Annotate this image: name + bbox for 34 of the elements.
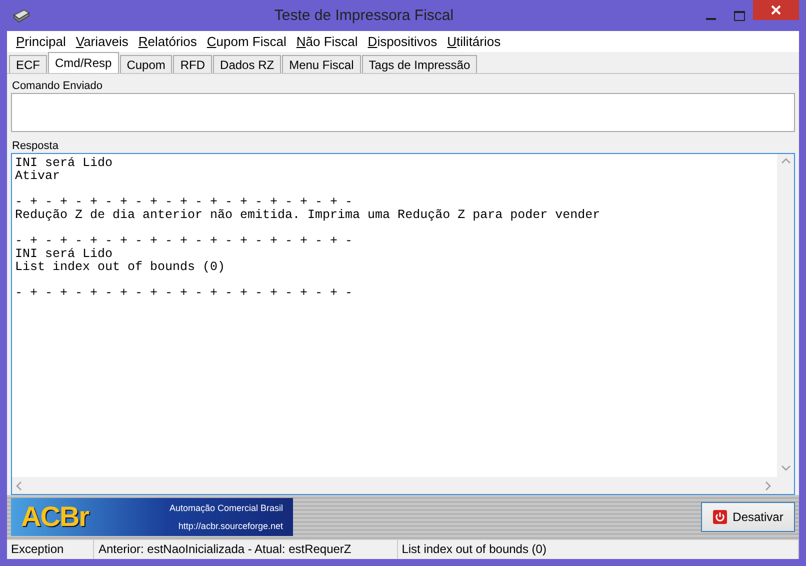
tab[interactable]: Cmd/Resp	[48, 52, 119, 73]
horizontal-scrollbar[interactable]	[12, 477, 777, 494]
menu-item[interactable]: Não Fiscal	[291, 34, 363, 49]
menu-item[interactable]: Utilitários	[442, 34, 506, 49]
menu-item[interactable]: Principal	[11, 34, 71, 49]
tab[interactable]: RFD	[173, 55, 212, 73]
tagline: Automação Comercial Brasil	[169, 503, 283, 513]
tab[interactable]: Menu Fiscal	[282, 55, 361, 73]
menu-item[interactable]: Relatórios	[133, 34, 202, 49]
maximize-icon[interactable]	[734, 10, 744, 20]
power-icon	[712, 510, 727, 524]
deactivate-button[interactable]: Desativar	[701, 502, 795, 532]
tab[interactable]: Cupom	[120, 55, 172, 73]
field-label: Resposta	[12, 140, 60, 152]
tab[interactable]: ECF	[9, 55, 47, 73]
window-title: Teste de Impressora Fiscal	[273, 7, 455, 24]
logo: ACBr	[21, 501, 89, 533]
status-text: List index out of bounds (0)	[398, 540, 800, 559]
menu-item[interactable]: Cupom Fiscal	[202, 34, 292, 49]
tab[interactable]: Tags de Impressão	[362, 55, 478, 73]
status-text: Anterior: estNaoInicializada - Atual: estRequerZ	[94, 540, 398, 559]
status-text: Exception	[7, 540, 94, 559]
close-icon	[771, 5, 781, 15]
vertical-scrollbar[interactable]	[777, 154, 794, 477]
printer-icon	[11, 8, 31, 24]
tab[interactable]: Dados RZ	[213, 55, 282, 73]
command-field[interactable]	[11, 93, 795, 132]
close-button[interactable]	[753, 0, 799, 20]
menu-item[interactable]: Dispositivos	[362, 34, 442, 49]
field-label: Comando Enviado	[12, 80, 104, 92]
menu-item[interactable]: Variaveis	[70, 34, 134, 49]
response-text: INI será Lido Ativar - + - + - + - + - + - + - + - + - + - + - + - Redução Z de dia anterior não emitida. Imprima uma Redução Z para poder vender - + - + - + - + - + - + - + - + - + - + - + - INI será Lido List index out of bounds (0) - + - + - + - + - + - + - + - + - + - + - + -	[14, 155, 602, 302]
response-field[interactable]	[11, 153, 795, 495]
url-text: http://acbr.sourceforge.net	[178, 521, 283, 531]
